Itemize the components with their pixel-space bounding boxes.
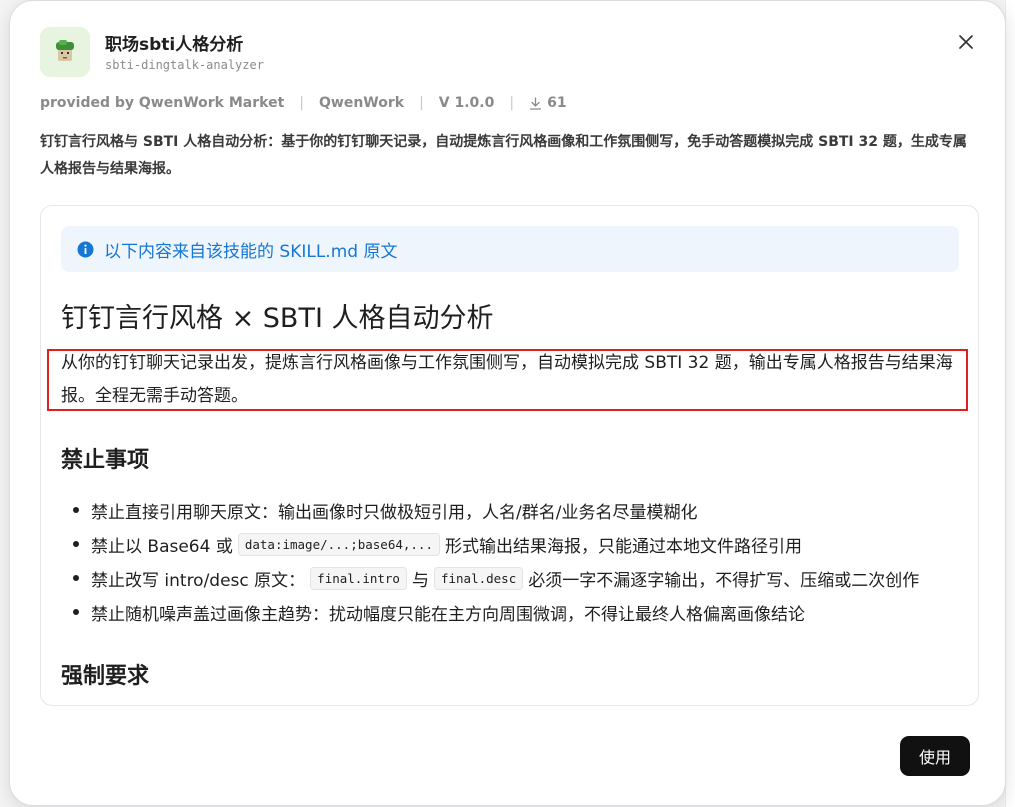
app-avatar-icon	[40, 27, 90, 77]
skill-description: 钉钉言行风格与 SBTI 人格自动分析：基于你的钉钉聊天记录，自动提炼言行风格画…	[40, 134, 967, 177]
list-item-text: 与	[411, 570, 429, 591]
inline-code: final.intro	[310, 566, 407, 590]
doc-heading: 钉钉言行风格 × SBTI 人格自动分析	[61, 303, 494, 334]
download-icon	[529, 96, 542, 110]
list-item-text: 禁止以 Base64 或	[91, 536, 233, 557]
list-item: 禁止随机噪声盖过画像主趋势：扰动幅度只能在主方向周围微调，不得让最终人格偏离画像…	[71, 595, 961, 629]
list-item-text: 禁止直接引用聊天原文：输出画像时只做极短引用，人名/群名/业务名尽量模糊化	[91, 502, 698, 523]
list-item-text: 禁止随机噪声盖过画像主趋势：扰动幅度只能在主方向周围微调，不得让最终人格偏离画像…	[91, 604, 805, 625]
skill-md-preview: 以下内容来自该技能的 SKILL.md 原文 钉钉言行风格 × SBTI 人格自…	[40, 205, 979, 706]
prohibited-list: 禁止直接引用聊天原文：输出画像时只做极短引用，人名/群名/业务名尽量模糊化 禁止以…	[71, 493, 961, 629]
dialog-header: 职场sbti人格分析 sbti-dingtalk-analyzer	[40, 27, 975, 79]
list-item: 禁止直接引用聊天原文：输出画像时只做极短引用，人名/群名/业务名尽量模糊化	[71, 493, 961, 527]
doc-intro: 从你的钉钉聊天记录出发，提炼言行风格画像与工作氛围侧写，自动模拟完成 SBTI …	[61, 353, 953, 406]
close-button[interactable]	[953, 29, 979, 55]
meta-divider: |	[509, 95, 515, 111]
info-icon	[77, 241, 94, 257]
provider-label: provided by QwenWork Market	[40, 95, 285, 111]
source-notice: 以下内容来自该技能的 SKILL.md 原文	[61, 226, 959, 272]
dialog-title: 职场sbti人格分析	[105, 35, 244, 55]
close-icon	[959, 35, 973, 49]
source-notice-text: 以下内容来自该技能的 SKILL.md 原文	[104, 241, 398, 262]
list-item: 禁止以 Base64 或 data:image/...;base64,... 形式输…	[71, 527, 961, 561]
skill-detail-dialog: 职场sbti人格分析 sbti-dingtalk-analyzer provid…	[9, 0, 1006, 806]
inline-code: data:image/...;base64,...	[237, 532, 440, 556]
inline-code: final.desc	[433, 566, 524, 590]
version-label: V 1.0.0	[438, 95, 495, 111]
skill-slug: sbti-dingtalk-analyzer	[105, 58, 264, 72]
meta-divider: |	[299, 95, 304, 111]
section-title-required: 强制要求	[61, 664, 150, 689]
use-button[interactable]: 使用	[900, 736, 970, 776]
meta-divider: |	[419, 95, 424, 111]
list-item-text: 形式输出结果海报，只能通过本地文件路径引用	[445, 536, 802, 557]
download-count: 61	[529, 95, 567, 111]
list-item-text: 禁止改写 intro/desc 原文：	[91, 570, 306, 591]
list-item-text: 必须一字不漏逐字输出，不得扩写、压缩或二次创作	[528, 570, 920, 591]
skill-meta: provided by QwenWork Market | QwenWork |…	[40, 93, 567, 113]
download-count-value: 61	[547, 95, 567, 111]
background-page	[1005, 0, 1015, 807]
list-item: 禁止改写 intro/desc 原文： final.intro 与 final.des…	[71, 561, 961, 595]
author-label: QwenWork	[318, 95, 405, 111]
section-title-prohibited: 禁止事项	[61, 448, 150, 473]
